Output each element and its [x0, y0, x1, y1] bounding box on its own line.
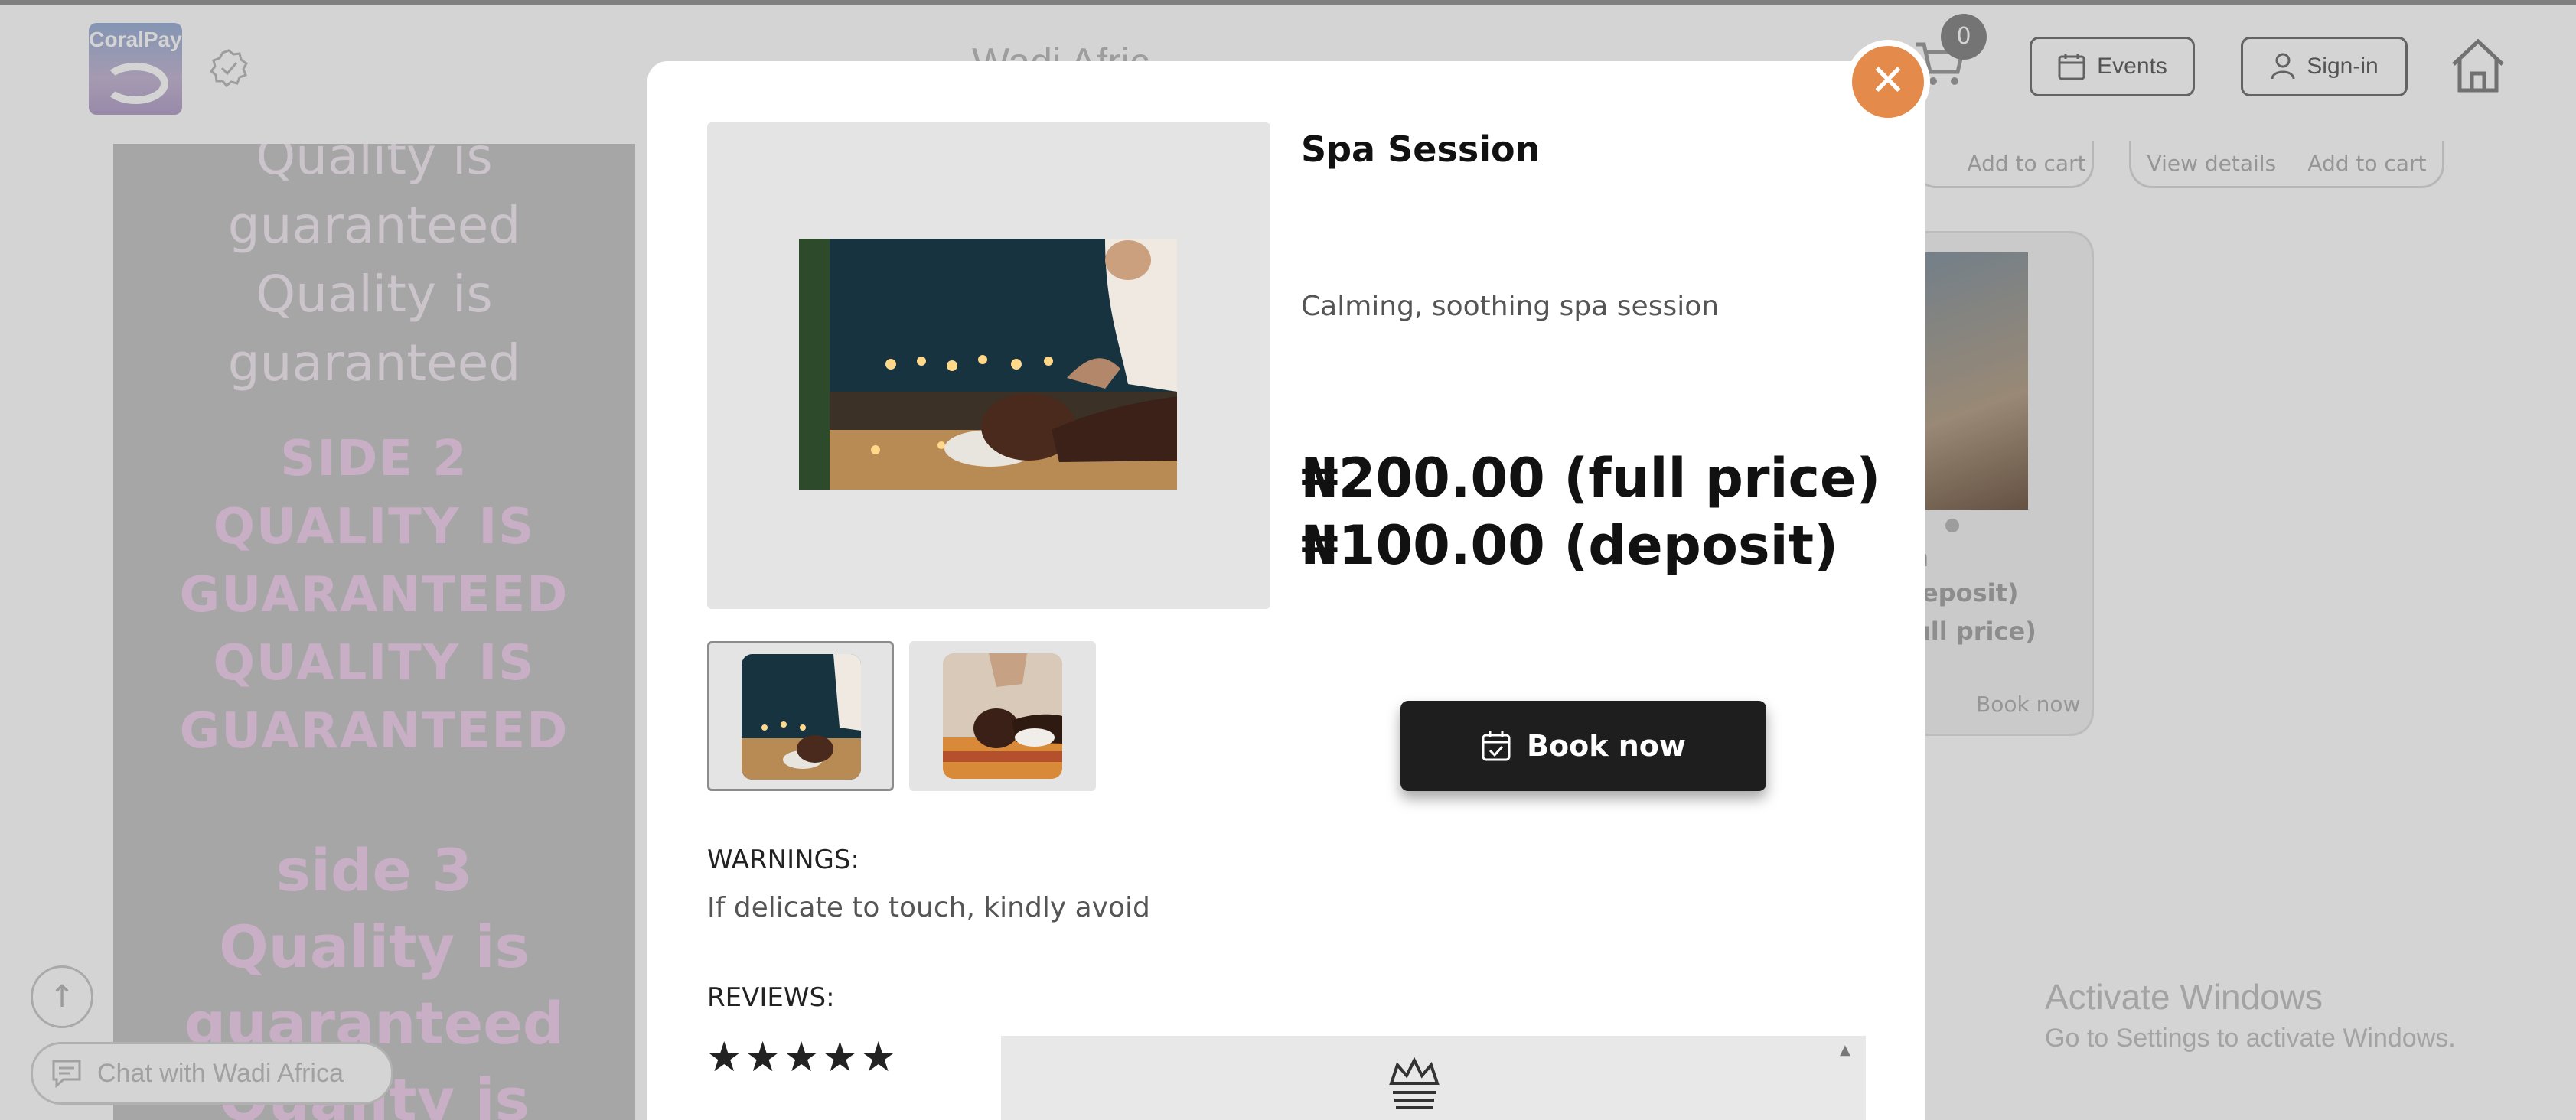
product-description: Calming, soothing spa session	[1301, 291, 1720, 322]
review-scroll-up-arrow[interactable]: ▲	[1840, 1042, 1855, 1058]
thumbnail-2[interactable]	[909, 641, 1096, 791]
price-full: ₦200.00 (full price)	[1301, 447, 1881, 510]
warnings-heading: WARNINGS:	[707, 845, 859, 875]
crown-icon	[1389, 1057, 1440, 1109]
thumbnail-1[interactable]	[707, 641, 894, 791]
close-modal-button[interactable]: ✕	[1846, 40, 1930, 124]
rating-stars: ★★★★★	[706, 1033, 899, 1081]
spa-session-main-image	[799, 239, 1177, 490]
warnings-text: If delicate to touch, kindly avoid	[707, 892, 1150, 923]
price-deposit: ₦100.00 (deposit)	[1301, 514, 1839, 577]
book-now-label: Book now	[1527, 729, 1686, 763]
calendar-check-icon	[1482, 731, 1511, 761]
reviews-heading: REVIEWS:	[707, 982, 835, 1013]
book-now-button[interactable]: Book now	[1400, 701, 1766, 791]
thumbnail-1-image	[742, 654, 861, 780]
product-name: Spa Session	[1301, 129, 1541, 170]
thumbnail-2-image	[943, 653, 1062, 779]
